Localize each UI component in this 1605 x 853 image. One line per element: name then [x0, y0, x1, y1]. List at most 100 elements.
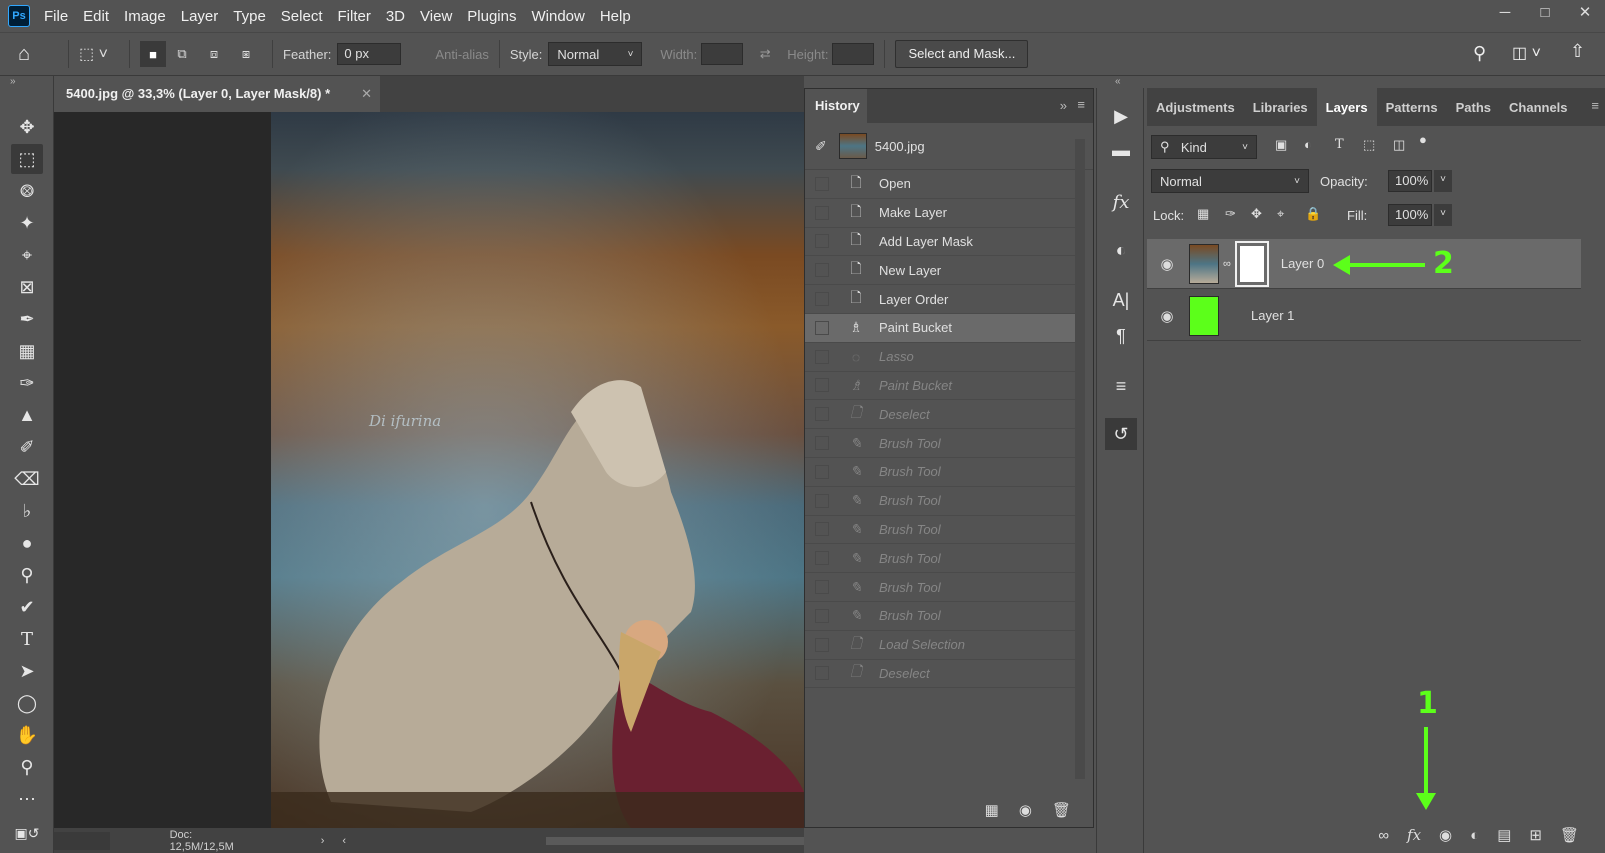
blur-tool-icon[interactable]: ● [11, 528, 43, 558]
history-item[interactable]: ✎ Brush Tool [805, 573, 1075, 602]
styles-fx-icon[interactable]: fx [1105, 186, 1137, 218]
delete-layer-icon[interactable]: 🗑 [1560, 826, 1579, 844]
tab-history[interactable]: History [805, 89, 867, 123]
search-icon[interactable]: ⚲ [1473, 43, 1486, 64]
menu-window[interactable]: Window [531, 8, 584, 25]
history-item[interactable]: 🗋 Layer Order [805, 285, 1075, 314]
history-brush-source-checkbox[interactable] [815, 522, 829, 537]
shapes-icon[interactable]: ◐ [1105, 234, 1137, 266]
layer-row-layer-1[interactable]: ◉ Layer 1 [1147, 291, 1581, 341]
menu-type[interactable]: Type [233, 8, 266, 25]
history-item[interactable]: ♗ Paint Bucket [805, 372, 1075, 401]
filter-smart-object-icon[interactable]: ◫ [1393, 137, 1405, 153]
feather-input[interactable]: 0 px [337, 43, 402, 65]
character-icon[interactable]: A| [1105, 284, 1137, 316]
rectangular-marquee-tool-icon[interactable]: ⬚ [11, 144, 43, 174]
history-item[interactable]: 🗋 Add Layer Mask [805, 228, 1075, 257]
comments-icon[interactable]: ▬ [1105, 134, 1137, 166]
close-tab-icon[interactable]: ✕ [361, 86, 372, 102]
paint-bucket-tool-icon[interactable]: ♭ [11, 496, 43, 526]
new-selection-icon[interactable]: ■ [140, 41, 166, 67]
lock-image-icon[interactable]: ✑ [1225, 206, 1236, 222]
link-layers-icon[interactable]: ∞ [1378, 827, 1389, 844]
camera-icon[interactable]: ◉ [1019, 801, 1032, 819]
panel-menu-icon[interactable]: ≡ [1591, 98, 1599, 113]
menu-filter[interactable]: Filter [338, 8, 371, 25]
layer-filter-select[interactable]: ⚲ Kind ˅ [1151, 135, 1257, 159]
zoom-tool-icon[interactable]: ⚲ [11, 752, 43, 782]
history-brush-source-checkbox[interactable] [815, 320, 829, 335]
menu-layer[interactable]: Layer [181, 8, 219, 25]
intersect-selection-icon[interactable]: ⧆ [230, 46, 262, 62]
history-scrollbar[interactable] [1075, 139, 1085, 779]
history-brush-source-checkbox[interactable] [815, 234, 829, 249]
filter-shape-icon[interactable]: ⬚ [1363, 137, 1375, 153]
canvas-area[interactable]: Di ifurina [54, 112, 804, 828]
select-and-mask-button[interactable]: Select and Mask... [895, 40, 1029, 68]
history-item[interactable]: ◌ Lasso [805, 343, 1075, 372]
opacity-input[interactable]: 100% [1388, 170, 1432, 192]
history-brush-source-checkbox[interactable] [815, 205, 829, 220]
healing-brush-tool-icon[interactable]: ▦ [11, 336, 43, 366]
color-swap-icon[interactable]: ▣↺ [11, 818, 43, 848]
history-brush-source-checkbox[interactable] [815, 608, 829, 623]
type-tool-icon[interactable]: T [11, 624, 43, 654]
history-brush-source-checkbox[interactable] [815, 637, 829, 652]
document-image[interactable]: Di ifurina [271, 112, 804, 828]
filter-type-icon[interactable]: T [1335, 137, 1344, 152]
history-item[interactable]: ✎ Brush Tool [805, 602, 1075, 631]
dodge-tool-icon[interactable]: ⚲ [11, 560, 43, 590]
history-brush-source-checkbox[interactable] [815, 407, 829, 422]
share-icon[interactable]: ⇧ [1570, 41, 1585, 62]
lasso-tool-icon[interactable]: ⨷ [11, 176, 43, 206]
visibility-eye-icon[interactable]: ◉ [1157, 255, 1177, 273]
lock-artboard-icon[interactable]: ⌖ [1277, 206, 1284, 222]
path-selection-tool-icon[interactable]: ➤ [11, 656, 43, 686]
properties-icon[interactable]: ≡ [1105, 370, 1137, 402]
layer-row-layer-0[interactable]: ◉ ∞ Layer 0 [1147, 239, 1581, 289]
actions-play-icon[interactable]: ▶ [1105, 100, 1137, 132]
new-document-from-state-icon[interactable]: ▦ [985, 801, 999, 819]
collapse-icon[interactable]: » [10, 76, 16, 87]
new-layer-icon[interactable]: ⊞ [1529, 826, 1542, 844]
menu-select[interactable]: Select [281, 8, 323, 25]
history-item[interactable]: ✎ Brush Tool [805, 487, 1075, 516]
workspace-icon[interactable]: ◫ ˅ [1512, 43, 1541, 63]
pen-tool-icon[interactable]: ✔ [11, 592, 43, 622]
menu-3d[interactable]: 3D [386, 8, 405, 25]
blend-mode-select[interactable]: Normal ˅ [1151, 169, 1309, 193]
history-item[interactable]: ✎ Brush Tool [805, 458, 1075, 487]
history-brush-source-checkbox[interactable] [815, 349, 829, 364]
crop-tool-icon[interactable]: ⌖ [11, 240, 43, 270]
more-tools-icon[interactable]: ⋯ [11, 784, 43, 814]
fill-input[interactable]: 100% [1388, 204, 1432, 226]
menu-image[interactable]: Image [124, 8, 166, 25]
history-panel-icon[interactable]: ↺ [1105, 418, 1137, 450]
history-brush-source-checkbox[interactable] [815, 493, 829, 508]
menu-plugins[interactable]: Plugins [467, 8, 516, 25]
height-input[interactable] [832, 43, 875, 65]
scroll-left-icon[interactable]: ‹ [342, 835, 346, 847]
add-layer-mask-icon[interactable]: ◉ [1439, 826, 1452, 844]
style-select[interactable]: Normal ˅ [548, 42, 643, 66]
fill-dropdown-icon[interactable]: ˅ [1434, 204, 1452, 226]
menu-view[interactable]: View [420, 8, 452, 25]
restore-icon[interactable]: □ [1525, 0, 1565, 24]
history-brush-source-checkbox[interactable] [815, 436, 829, 451]
menu-edit[interactable]: Edit [83, 8, 109, 25]
history-item[interactable]: ✎ Brush Tool [805, 544, 1075, 574]
tab-paths[interactable]: Paths [1447, 88, 1500, 126]
lock-all-icon[interactable]: 🔒 [1305, 206, 1321, 222]
history-item[interactable]: 🗋 Deselect [805, 400, 1075, 430]
width-input[interactable] [701, 43, 744, 65]
close-icon[interactable]: ✕ [1565, 0, 1605, 24]
panel-menu-icon[interactable]: ≡ [1077, 97, 1085, 112]
lock-position-icon[interactable]: ✥ [1251, 206, 1262, 222]
history-brush-source-checkbox[interactable] [815, 580, 829, 595]
filter-pixel-icon[interactable]: ▣ [1275, 137, 1287, 153]
history-brush-source-checkbox[interactable] [815, 551, 829, 566]
history-brush-tool-icon[interactable]: ✐ [11, 432, 43, 462]
marquee-preset-icon[interactable]: ⬚ ˅ [79, 44, 119, 64]
minimize-icon[interactable]: ─ [1485, 0, 1525, 24]
tab-channels[interactable]: Channels [1500, 88, 1577, 126]
